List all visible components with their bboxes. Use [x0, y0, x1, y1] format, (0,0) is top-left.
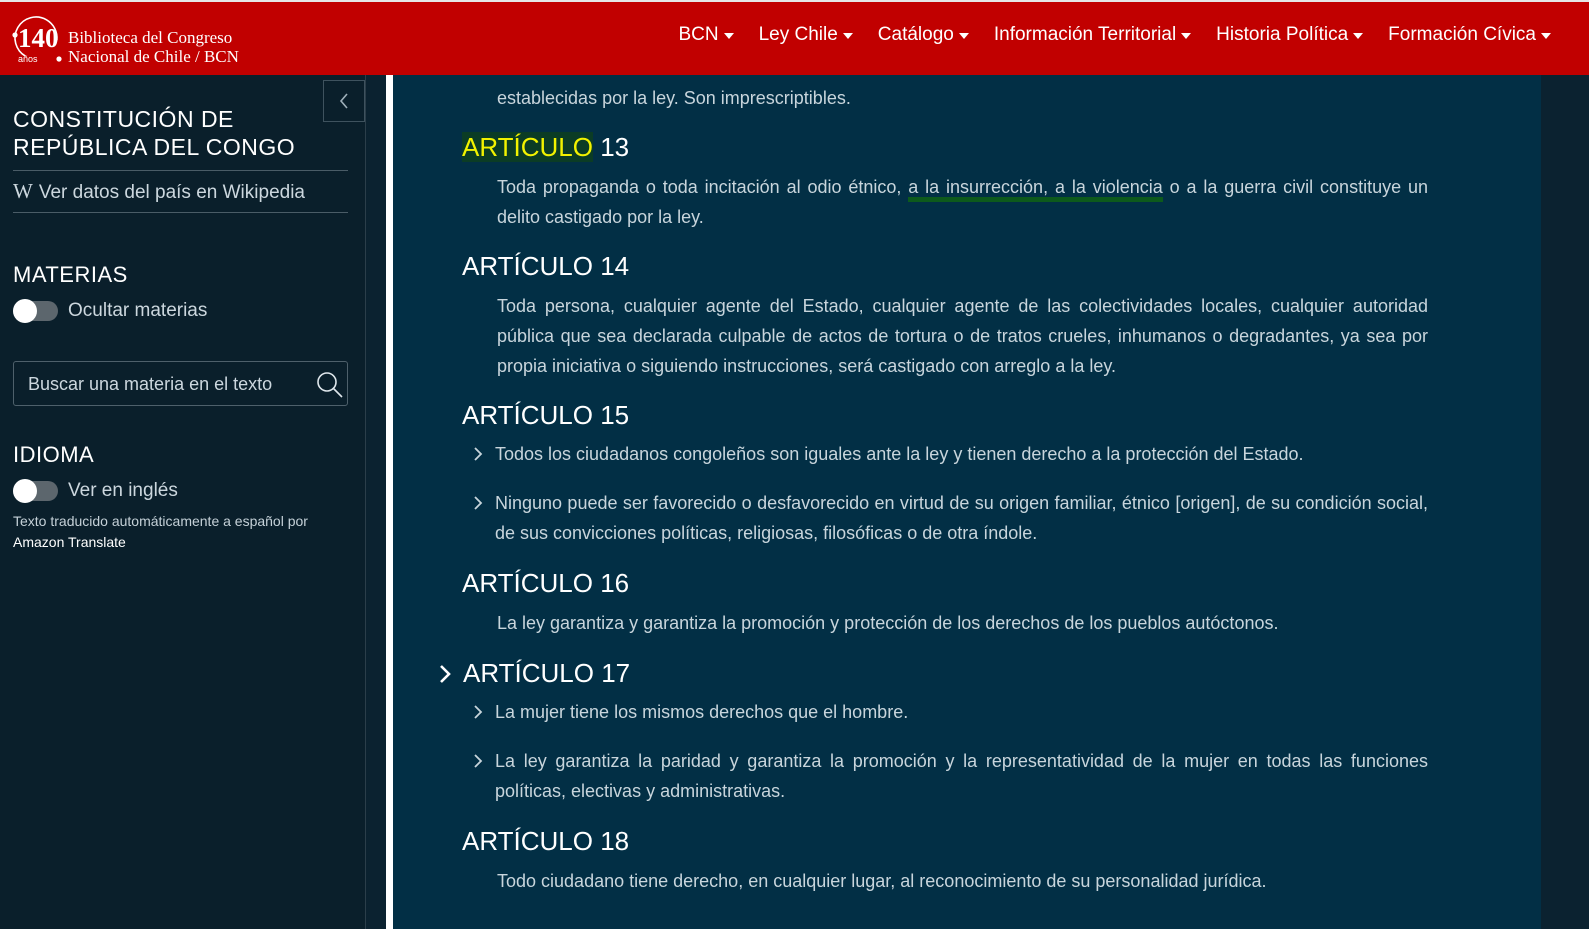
hide-materias-label: Ocultar materias: [68, 300, 208, 321]
translator-name: Amazon Translate: [13, 534, 126, 550]
translation-note-text: Texto traducido automáticamente a españo…: [13, 513, 308, 529]
nav-historia-politica[interactable]: Historia Política: [1216, 24, 1364, 46]
article-text: La ley garantiza y garantiza la promoció…: [497, 613, 1279, 633]
top-navigation-bar: 140 años Biblioteca del Congreso Naciona…: [0, 0, 1589, 75]
translation-note: Texto traducido automáticamente a españo…: [13, 511, 343, 553]
list-item[interactable]: Todos los ciudadanos congoleños son igua…: [473, 439, 1428, 469]
chevron-right-icon[interactable]: [437, 663, 453, 685]
nav-bcn-label: BCN: [678, 24, 719, 45]
materia-search-input[interactable]: [26, 362, 320, 407]
svg-text:años: años: [18, 54, 38, 64]
search-highlight: ARTÍCULO: [462, 132, 593, 162]
wikipedia-link[interactable]: W Ver datos del país en Wikipedia: [13, 179, 305, 204]
list-item-text: La mujer tiene los mismos derechos que e…: [495, 702, 909, 722]
list-item[interactable]: Ninguno puede ser favorecido o desfavore…: [473, 488, 1428, 548]
nav-ley-chile-label: Ley Chile: [758, 24, 838, 45]
chevron-right-icon: [474, 754, 483, 768]
english-label: Ver en inglés: [68, 480, 178, 501]
toggle-knob: [13, 299, 37, 323]
anniversary-logo-icon: 140 años: [12, 16, 62, 64]
scroll-indicator: [386, 75, 393, 929]
nav-formacion-civica-label: Formación Cívica: [1388, 24, 1536, 45]
constitution-text[interactable]: establecidas por la ley. Son imprescript…: [393, 75, 1541, 929]
article-text-part: Toda propaganda o toda incitación al odi…: [497, 177, 909, 197]
article-heading: ARTÍCULO 16: [462, 568, 630, 598]
nav-informacion-territorial-label: Información Territorial: [993, 24, 1177, 45]
search-icon[interactable]: [315, 370, 345, 400]
caret-down-icon: [958, 33, 969, 39]
paragraph-fragment: establecidas por la ley. Son imprescript…: [497, 88, 851, 108]
article-text: Toda propaganda o toda incitación al odi…: [497, 172, 1428, 232]
caret-down-icon: [842, 33, 853, 39]
list-item-text: La ley garantiza la paridad y garantiza …: [495, 751, 1428, 801]
article-heading: ARTÍCULO 13: [462, 132, 629, 162]
caret-down-icon: [1541, 33, 1551, 39]
nav-catalogo-label: Catálogo: [877, 24, 954, 45]
list-item-text: Ninguno puede ser favorecido o desfavore…: [495, 493, 1428, 543]
caret-down-icon: [1181, 33, 1192, 39]
caret-down-icon: [723, 33, 734, 39]
article-text: Todo ciudadano tiene derecho, en cualqui…: [497, 871, 1267, 891]
bcn-logo[interactable]: 140 años Biblioteca del Congreso Naciona…: [10, 10, 250, 68]
nav-formacion-civica[interactable]: Formación Cívica: [1388, 24, 1551, 46]
english-toggle[interactable]: [13, 479, 58, 503]
main-nav: BCN Ley Chile Catálogo Información Terri…: [678, 24, 1551, 46]
materias-heading: MATERIAS: [13, 262, 128, 287]
nav-ley-chile[interactable]: Ley Chile: [759, 24, 853, 46]
divider: [13, 170, 348, 171]
article-heading: ARTÍCULO 18: [462, 826, 630, 856]
article-heading: ARTÍCULO 15: [462, 400, 630, 430]
list-item[interactable]: La mujer tiene los mismos derechos que e…: [473, 697, 1428, 727]
article-number: 13: [593, 132, 630, 162]
svg-text:140: 140: [18, 23, 59, 53]
list-item[interactable]: La ley garantiza la paridad y garantiza …: [473, 746, 1428, 806]
hide-materias-toggle[interactable]: [13, 299, 58, 323]
wikipedia-link-label: Ver datos del país en Wikipedia: [38, 182, 305, 203]
nav-catalogo[interactable]: Catálogo: [878, 24, 969, 46]
english-row: Ver en inglés: [13, 479, 178, 503]
materia-search: [13, 361, 348, 407]
nav-bcn[interactable]: BCN: [678, 24, 734, 46]
article-text: Toda persona, cualquier agente del Estad…: [497, 296, 1428, 376]
marked-text: a la insurrección, a la violencia: [908, 177, 1163, 202]
logo-line-1: Biblioteca del Congreso: [68, 28, 233, 47]
sidebar: CONSTITUCIÓN DE REPÚBLICA DEL CONGO W Ver…: [0, 75, 366, 929]
article-heading: ARTÍCULO 14: [462, 251, 630, 281]
chevron-left-icon: [339, 93, 348, 109]
article-heading: ARTÍCULO 17: [463, 658, 631, 688]
logo-wordmark: Biblioteca del Congreso Nacional de Chil…: [68, 28, 239, 66]
chevron-right-icon: [474, 447, 483, 461]
list-item-text: Todos los ciudadanos congoleños son igua…: [495, 444, 1304, 464]
chevron-right-icon: [474, 705, 483, 719]
nav-historia-politica-label: Historia Política: [1216, 24, 1349, 45]
wikipedia-icon: W: [13, 179, 33, 203]
caret-down-icon: [1353, 33, 1364, 39]
logo-line-2: Nacional de Chile / BCN: [68, 47, 239, 66]
country-title: CONSTITUCIÓN DE REPÚBLICA DEL CONGO: [13, 106, 296, 160]
toggle-knob: [13, 479, 37, 503]
hide-materias-row: Ocultar materias: [13, 299, 208, 323]
idioma-heading: IDIOMA: [13, 442, 95, 467]
divider: [13, 212, 348, 213]
nav-informacion-territorial[interactable]: Información Territorial: [993, 24, 1192, 46]
chevron-right-icon: [474, 496, 483, 510]
